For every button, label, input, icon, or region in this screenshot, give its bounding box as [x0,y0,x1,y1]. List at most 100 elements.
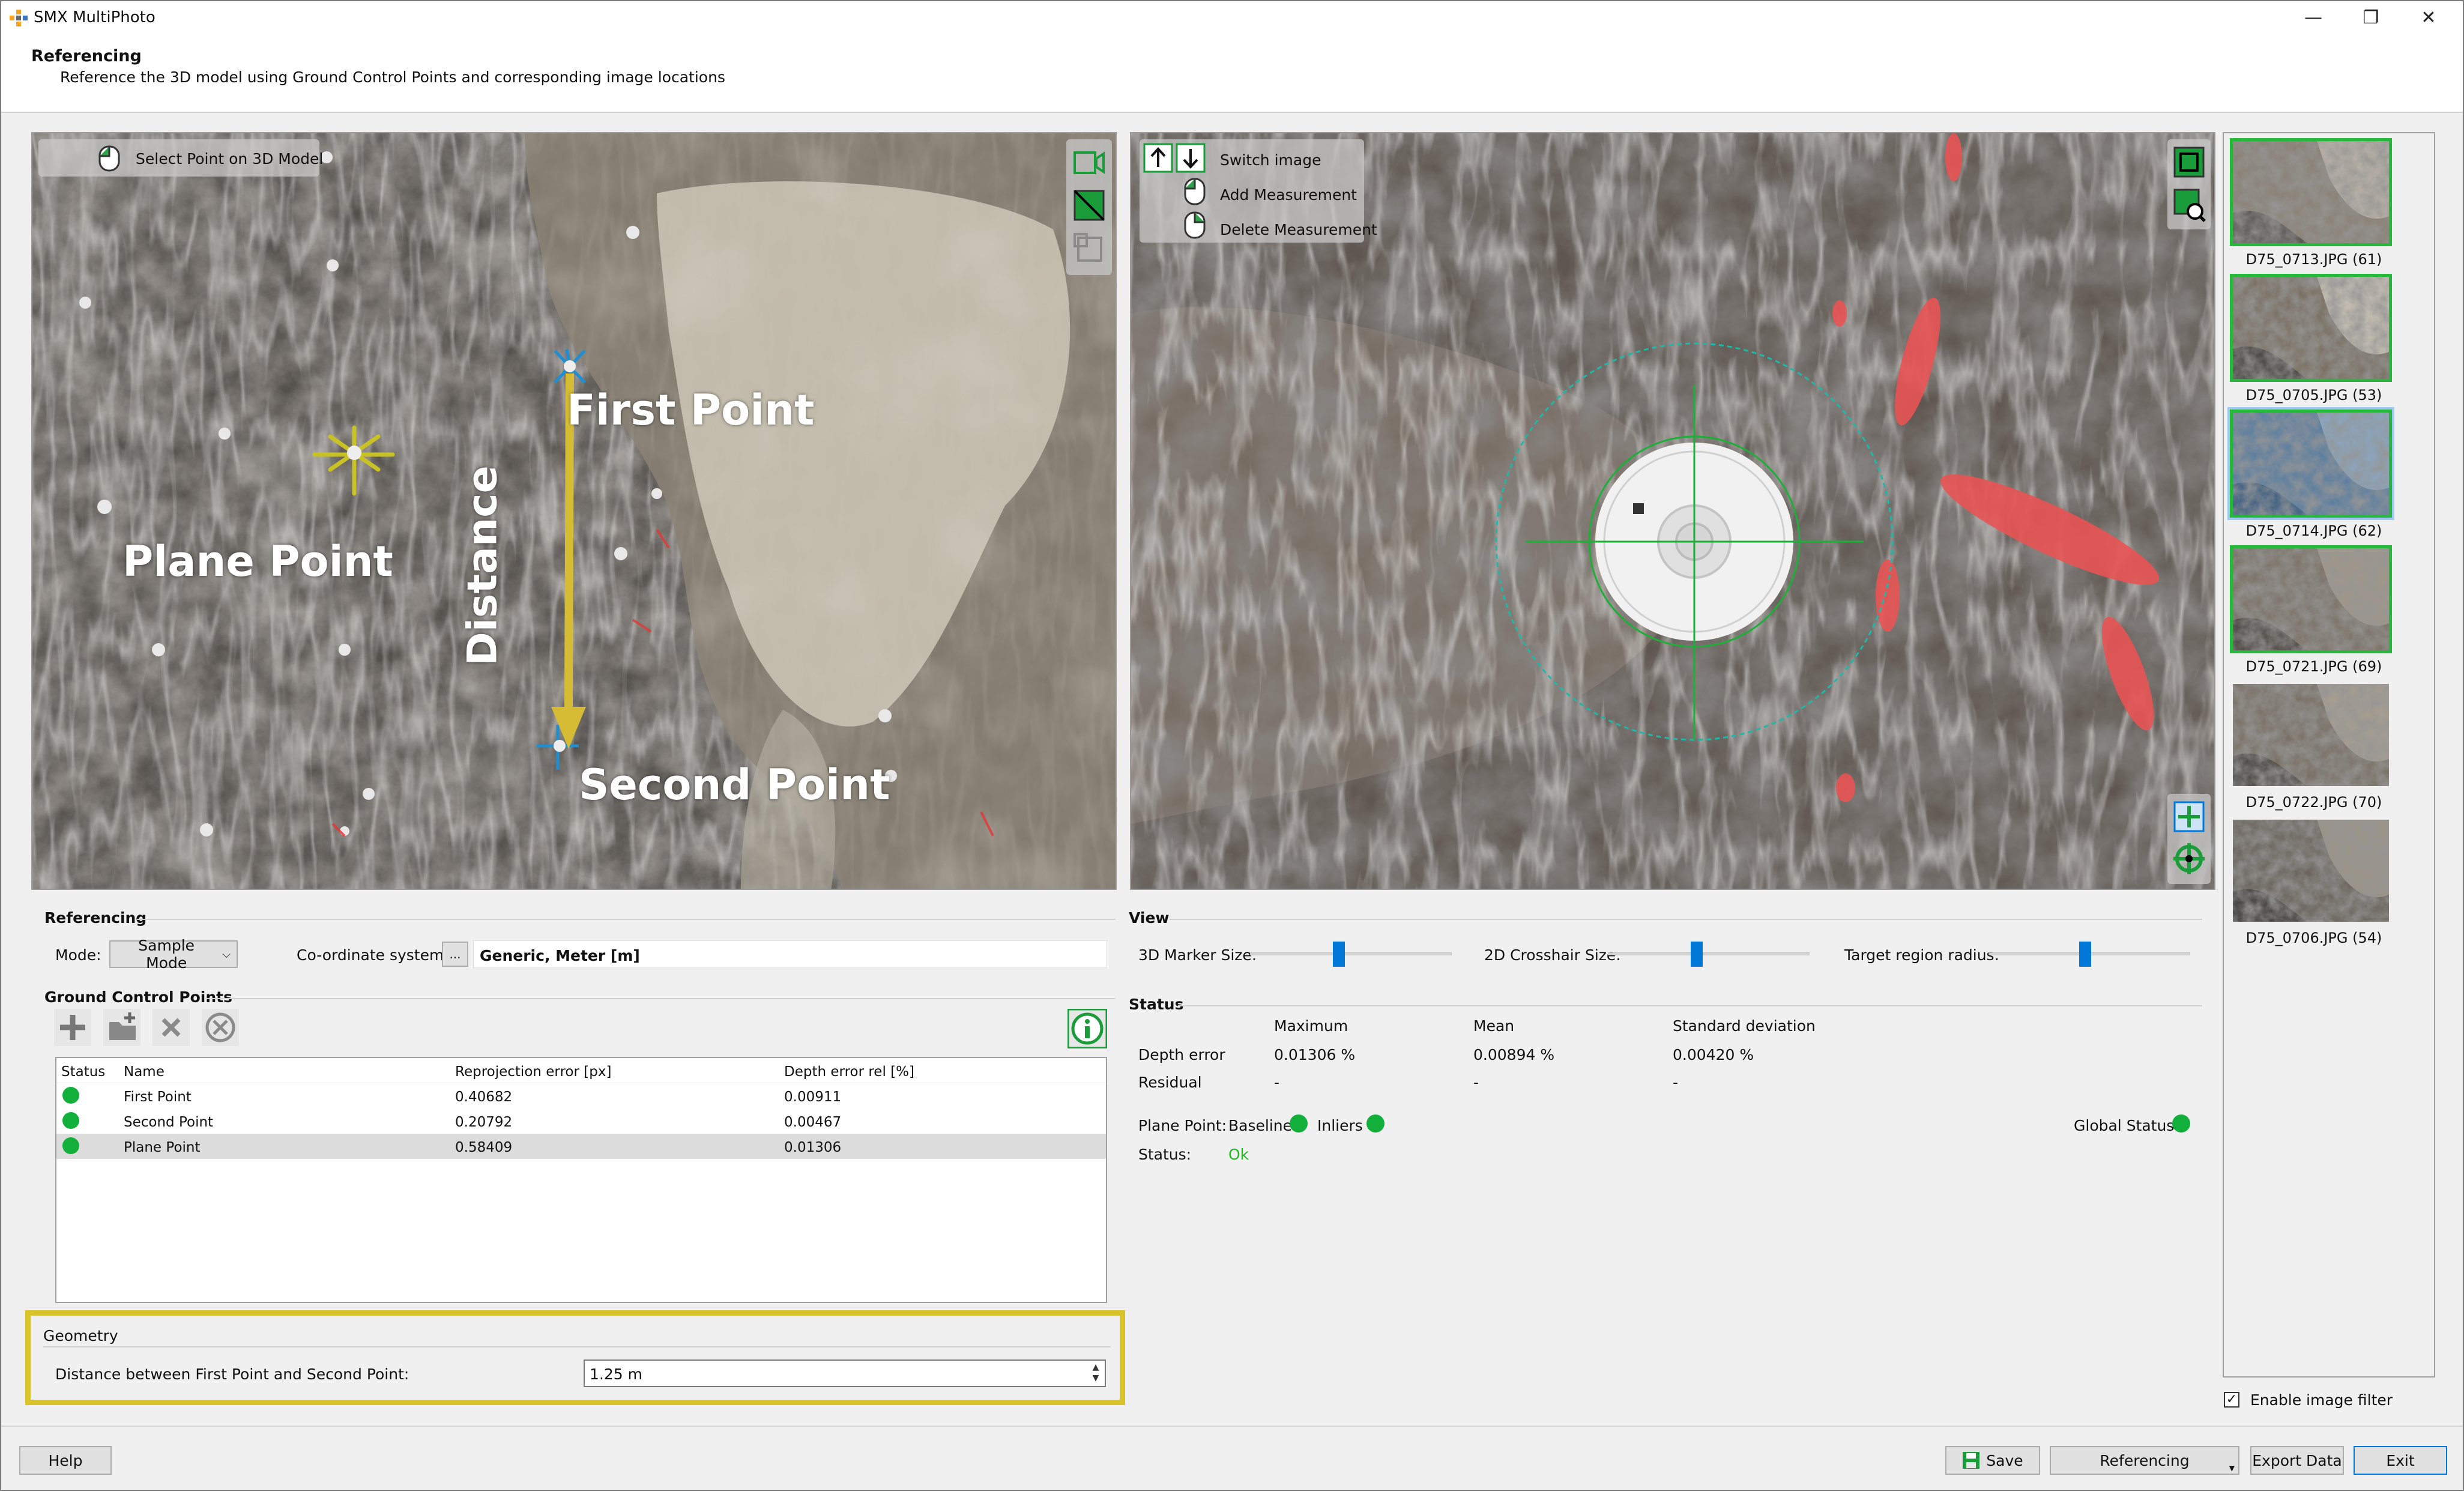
group-divider [137,919,1116,920]
distance-label: Distance between First Point and Second … [55,1365,409,1383]
thumbnail-photo [2233,413,2389,515]
image-filter-checkbox[interactable]: ✓ Enable image filter [2224,1390,2393,1409]
title-bar: SMX MultiPhoto — ❐ ✕ [1,1,2463,35]
info-icon[interactable] [1067,1009,1107,1048]
gcp-toolbar-buttons[interactable] [54,1009,246,1048]
baseline-status-dot [1290,1114,1308,1133]
spin-buttons[interactable]: ▲ ▼ [1088,1362,1104,1385]
second-point-annotation: Second Point [579,760,890,809]
save-button[interactable]: Save [1945,1446,2040,1475]
image-view-toolbar [2167,139,2211,229]
thumbnail-label: D75_0722.JPG (70) [2245,794,2382,811]
group-divider [1178,1005,2202,1006]
global-status-dot [2172,1114,2190,1133]
zoom-image-icon[interactable] [2172,187,2206,223]
status-col-maximum: Maximum [1274,1017,1348,1035]
select-point-hint[interactable]: Select Point on 3D Model [38,139,323,177]
plane-point-annotation: Plane Point [122,537,393,586]
distance-input[interactable]: 1.25 m ▲ ▼ [584,1359,1106,1387]
status-col-stddev: Standard deviation [1673,1017,1816,1035]
checkbox-box[interactable]: ✓ [2224,1392,2239,1408]
thumbnail-label: D75_0713.JPG (61) [2245,251,2382,268]
plane-point-label: Plane Point: [1138,1117,1227,1134]
row-reprojection: 0.20792 [455,1114,513,1130]
row-status-dot [62,1137,79,1154]
clip-plane-icon[interactable] [1072,189,1106,222]
app-window: SMX MultiPhoto — ❐ ✕ Referencing Referen… [0,0,2464,1491]
help-button[interactable]: Help [19,1446,112,1475]
page-subtitle: Reference the 3D model using Ground Cont… [60,68,725,86]
photo-image [1131,133,2214,889]
thumbnail-image[interactable] [2230,817,2392,925]
coordinate-system-value: Generic, Meter [m] [480,947,640,964]
column-header-status[interactable]: Status [61,1064,105,1080]
mode-label: Mode: [55,946,101,964]
select-point-label: Select Point on 3D Model [136,150,324,168]
referencing-button[interactable]: Referencing ▼ [2050,1446,2239,1475]
distance-annotation: Distance [459,465,507,666]
row-reprojection: 0.40682 [455,1089,513,1105]
group-divider [43,1346,1111,1347]
crosshair-size-slider-thumb[interactable] [1690,942,1703,967]
thumbnail-photo [2233,141,2389,243]
mode-select[interactable]: Sample Mode ⌵ [109,937,238,972]
referencing-group-title: Referencing [44,909,147,927]
residual-stddev: - [1673,1074,1679,1091]
thumbnail-photo [2233,548,2389,650]
row-status-dot [62,1112,79,1129]
window-title: SMX MultiPhoto [34,8,156,26]
depth-error-stddev: 0.00420 % [1673,1046,1754,1063]
center-target-icon[interactable] [2172,800,2206,833]
depth-error-max: 0.01306 % [1274,1046,1356,1063]
close-window-button[interactable]: ✕ [2402,4,2456,32]
thumbnail-image[interactable] [2230,545,2392,653]
inliers-status-dot [1366,1114,1384,1133]
thumbnail-image[interactable] [2227,407,2394,520]
fit-image-icon[interactable] [2172,145,2206,179]
app-logo-icon [10,10,28,26]
geometry-group-title: Geometry [43,1327,118,1344]
table-row[interactable]: Plane Point 0.58409 0.01306 [56,1134,1106,1159]
image-view-2d[interactable]: Switch image Add Measurement Delete Meas… [1130,132,2215,890]
marker-size-slider[interactable] [1250,952,1452,955]
depth-error-mean: 0.00894 % [1473,1046,1555,1063]
row-name: First Point [124,1089,192,1105]
inliers-label: Inliers [1317,1117,1363,1134]
exit-button[interactable]: Exit [2354,1446,2447,1475]
status-col-mean: Mean [1473,1017,1515,1035]
column-header-reprojection[interactable]: Reprojection error [px] [455,1064,611,1080]
geometry-highlight-box [25,1310,1125,1405]
referencing-label: Referencing [2100,1451,2190,1469]
residual-mean: - [1473,1074,1479,1091]
camera-icon[interactable] [1072,148,1106,178]
residual-label: Residual [1138,1074,1202,1091]
coordinate-system-browse-button[interactable]: ... [442,942,468,967]
export-data-button[interactable]: Export Data [2250,1446,2344,1475]
thumbnail-strip[interactable]: D75_0713.JPG (61) D75_0705.JPG (53) D75_07… [2223,132,2435,1378]
chevron-down-icon: ⌵ [222,948,231,961]
save-label: Save [1986,1451,2023,1469]
thumbnail-image[interactable] [2230,681,2392,789]
footer-divider [1,1426,2463,1427]
crosshair-size-slider[interactable] [1608,952,1810,955]
row-name: Second Point [124,1114,214,1130]
thumbnail-image[interactable] [2230,138,2392,246]
depth-error-label: Depth error [1138,1046,1225,1063]
thumbnail-image[interactable] [2230,274,2392,382]
gcp-table[interactable]: Status Name Reprojection error [px] Dept… [55,1057,1107,1303]
thumbnail-label: D75_0714.JPG (62) [2245,522,2382,539]
mouse-left-click-icon [1184,178,1206,205]
model-view-3d[interactable]: First Point Second Point Plane Point Dis… [31,132,1117,890]
status-value: Ok [1228,1146,1249,1163]
locate-target-icon[interactable] [2172,842,2206,876]
marker-size-slider-thumb[interactable] [1332,942,1345,967]
table-row[interactable]: First Point 0.40682 0.00911 [56,1083,1106,1108]
column-header-depth-error[interactable]: Depth error rel [%] [784,1064,914,1080]
target-radius-slider-thumb[interactable] [2079,942,2092,967]
restore-button[interactable]: ❐ [2344,4,2398,32]
column-header-name[interactable]: Name [124,1064,165,1080]
table-row[interactable]: Second Point 0.20792 0.00467 [56,1108,1106,1134]
crop-icon[interactable] [1072,232,1106,265]
distance-value: 1.25 m [590,1365,642,1383]
minimize-button[interactable]: — [2286,4,2340,32]
